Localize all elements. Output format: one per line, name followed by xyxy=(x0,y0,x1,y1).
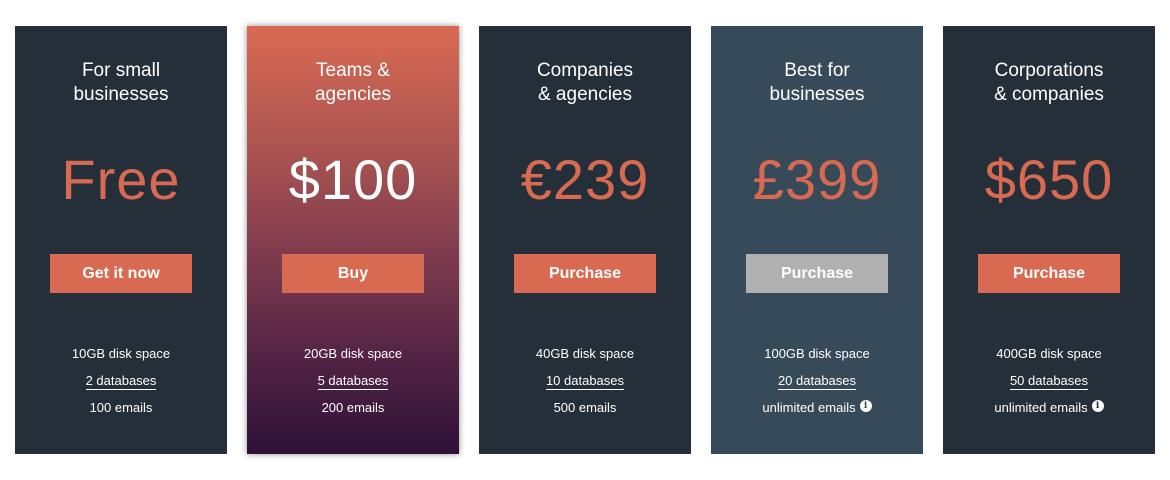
plan-title: Best for businesses xyxy=(769,60,865,105)
plan-features: 20GB disk space 5 databases 200 emails xyxy=(247,342,459,423)
plan-price: $650 xyxy=(984,148,1114,211)
feature-databases: 5 databases xyxy=(247,369,459,396)
feature-disk-space: 400GB disk space xyxy=(943,342,1155,369)
plan-title: For small businesses xyxy=(73,60,169,105)
plan-title: Teams & agencies xyxy=(314,60,392,105)
buy-button[interactable]: Buy xyxy=(282,254,424,293)
feature-disk-space: 20GB disk space xyxy=(247,342,459,369)
feature-emails-text: 200 emails xyxy=(321,400,385,415)
purchase-button-disabled[interactable]: Purchase xyxy=(746,254,888,293)
feature-databases-text: 20 databases xyxy=(777,373,857,390)
plan-features: 40GB disk space 10 databases 500 emails xyxy=(479,342,691,423)
plan-title: Corporations & companies xyxy=(994,60,1104,105)
feature-disk-space-text: 40GB disk space xyxy=(535,346,635,361)
feature-emails: unlimited emails i xyxy=(711,396,923,423)
plan-price: $100 xyxy=(288,148,418,211)
feature-emails: unlimited emails i xyxy=(943,396,1155,423)
plan-features: 400GB disk space 50 databases unlimited … xyxy=(943,342,1155,423)
feature-disk-space: 100GB disk space xyxy=(711,342,923,369)
feature-databases-text: 5 databases xyxy=(317,373,389,390)
plan-features: 10GB disk space 2 databases 100 emails xyxy=(15,342,227,423)
plan-price: Free xyxy=(61,148,181,211)
info-icon[interactable]: i xyxy=(859,400,872,412)
feature-emails-text: unlimited emails xyxy=(762,400,856,415)
feature-disk-space-text: 20GB disk space xyxy=(303,346,403,361)
plan-title: Companies & agencies xyxy=(536,60,634,105)
feature-disk-space-text: 10GB disk space xyxy=(71,346,171,361)
plan-features: 100GB disk space 20 databases unlimited … xyxy=(711,342,923,423)
feature-disk-space: 10GB disk space xyxy=(15,342,227,369)
plan-card-corporations: Corporations & companies $650 Purchase 4… xyxy=(943,26,1155,454)
feature-databases-text: 50 databases xyxy=(1009,373,1089,390)
purchase-button[interactable]: Purchase xyxy=(514,254,656,293)
feature-emails-text: unlimited emails xyxy=(994,400,1088,415)
feature-disk-space-text: 100GB disk space xyxy=(764,346,870,361)
feature-databases-text: 2 databases xyxy=(85,373,157,390)
plan-card-companies: Companies & agencies €239 Purchase 40GB … xyxy=(479,26,691,454)
plan-card-small-business: For small businesses Free Get it now 10G… xyxy=(15,26,227,454)
feature-emails: 100 emails xyxy=(15,396,227,423)
plan-price: £399 xyxy=(752,148,882,211)
plan-price: €239 xyxy=(520,148,650,211)
plan-card-teams: Teams & agencies $100 Buy 20GB disk spac… xyxy=(247,26,459,454)
plan-card-best-for-business: Best for businesses £399 Purchase 100GB … xyxy=(711,26,923,454)
purchase-button[interactable]: Purchase xyxy=(978,254,1120,293)
feature-databases: 20 databases xyxy=(711,369,923,396)
feature-disk-space-text: 400GB disk space xyxy=(996,346,1102,361)
feature-databases: 10 databases xyxy=(479,369,691,396)
feature-emails: 200 emails xyxy=(247,396,459,423)
feature-emails: 500 emails xyxy=(479,396,691,423)
feature-databases: 50 databases xyxy=(943,369,1155,396)
get-it-now-button[interactable]: Get it now xyxy=(50,254,192,293)
feature-databases-text: 10 databases xyxy=(545,373,625,390)
pricing-table: For small businesses Free Get it now 10G… xyxy=(0,0,1170,480)
feature-databases: 2 databases xyxy=(15,369,227,396)
feature-disk-space: 40GB disk space xyxy=(479,342,691,369)
feature-emails-text: 500 emails xyxy=(553,400,617,415)
info-icon[interactable]: i xyxy=(1091,400,1104,412)
feature-emails-text: 100 emails xyxy=(89,400,153,415)
